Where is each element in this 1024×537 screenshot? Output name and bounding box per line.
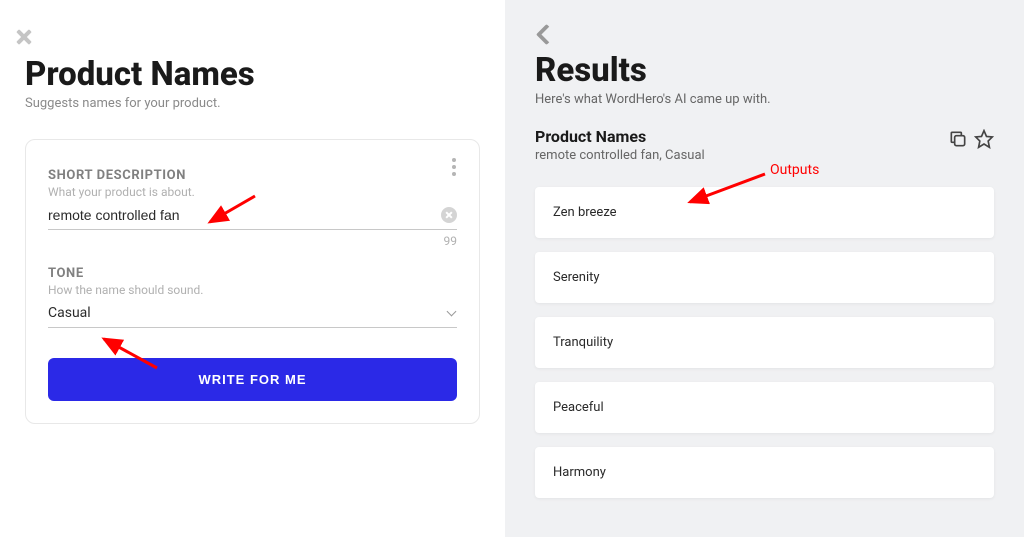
tone-hint: How the name should sound. bbox=[48, 283, 457, 297]
chevron-down-icon bbox=[447, 310, 457, 316]
short-description-label: SHORT DESCRIPTION bbox=[48, 168, 457, 183]
copy-icon[interactable] bbox=[948, 129, 968, 149]
short-description-input-row bbox=[48, 207, 457, 230]
short-description-input[interactable] bbox=[48, 207, 441, 223]
write-for-me-button[interactable]: WRITE FOR ME bbox=[48, 358, 457, 401]
page-title: Product Names bbox=[25, 55, 480, 94]
result-card[interactable]: Peaceful bbox=[535, 382, 994, 433]
results-meta-sub: remote controlled fan, Casual bbox=[535, 148, 705, 163]
right-panel: Results Here's what WordHero's AI came u… bbox=[505, 0, 1024, 537]
result-card[interactable]: Harmony bbox=[535, 447, 994, 498]
results-meta: Product Names remote controlled fan, Cas… bbox=[535, 127, 994, 163]
short-description-field: SHORT DESCRIPTION What your product is a… bbox=[48, 168, 457, 248]
result-card[interactable]: Zen breeze bbox=[535, 187, 994, 238]
tone-label: TONE bbox=[48, 266, 457, 281]
page-subtitle: Suggests names for your product. bbox=[25, 96, 480, 111]
char-counter: 99 bbox=[48, 234, 457, 248]
tone-select[interactable]: Casual bbox=[48, 305, 457, 328]
results-meta-title: Product Names bbox=[535, 127, 705, 146]
back-icon[interactable] bbox=[535, 25, 553, 43]
results-list: Zen breeze Serenity Tranquility Peaceful Har… bbox=[535, 187, 994, 498]
form-card: SHORT DESCRIPTION What your product is a… bbox=[25, 139, 480, 424]
left-panel: Product Names Suggests names for your pr… bbox=[0, 0, 505, 537]
result-card[interactable]: Tranquility bbox=[535, 317, 994, 368]
results-title: Results bbox=[535, 51, 994, 90]
annotation-label: Outputs bbox=[770, 162, 819, 178]
kebab-icon[interactable] bbox=[447, 158, 461, 176]
clear-icon[interactable] bbox=[441, 207, 457, 223]
star-icon[interactable] bbox=[974, 129, 994, 149]
tone-value: Casual bbox=[48, 305, 447, 321]
results-subtitle: Here's what WordHero's AI came up with. bbox=[535, 92, 994, 107]
tone-field: TONE How the name should sound. Casual bbox=[48, 266, 457, 328]
result-card[interactable]: Serenity bbox=[535, 252, 994, 303]
short-description-hint: What your product is about. bbox=[48, 185, 457, 199]
close-icon[interactable] bbox=[14, 28, 32, 46]
